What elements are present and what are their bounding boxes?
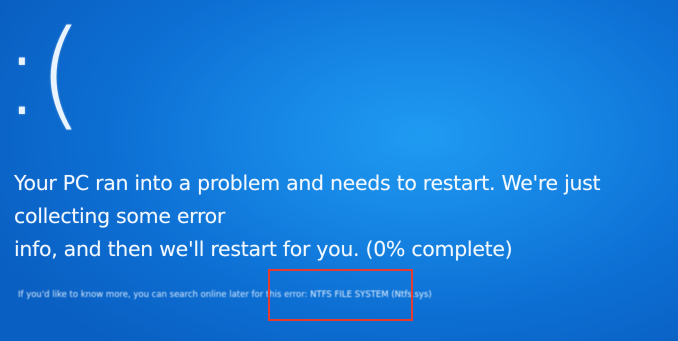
more-info-text: If you'd like to know more, you can sear… <box>18 290 308 300</box>
sad-face-emoticon: :( <box>2 4 84 142</box>
error-message-line-2: info, and then we'll restart for you. (0… <box>14 237 513 261</box>
error-message-line-1: Your PC ran into a problem and needs to … <box>14 171 601 228</box>
error-message: Your PC ran into a problem and needs to … <box>14 167 674 266</box>
stop-code-highlight-box <box>268 269 413 321</box>
bsod-screen: :( Your PC ran into a problem and needs … <box>0 0 678 341</box>
